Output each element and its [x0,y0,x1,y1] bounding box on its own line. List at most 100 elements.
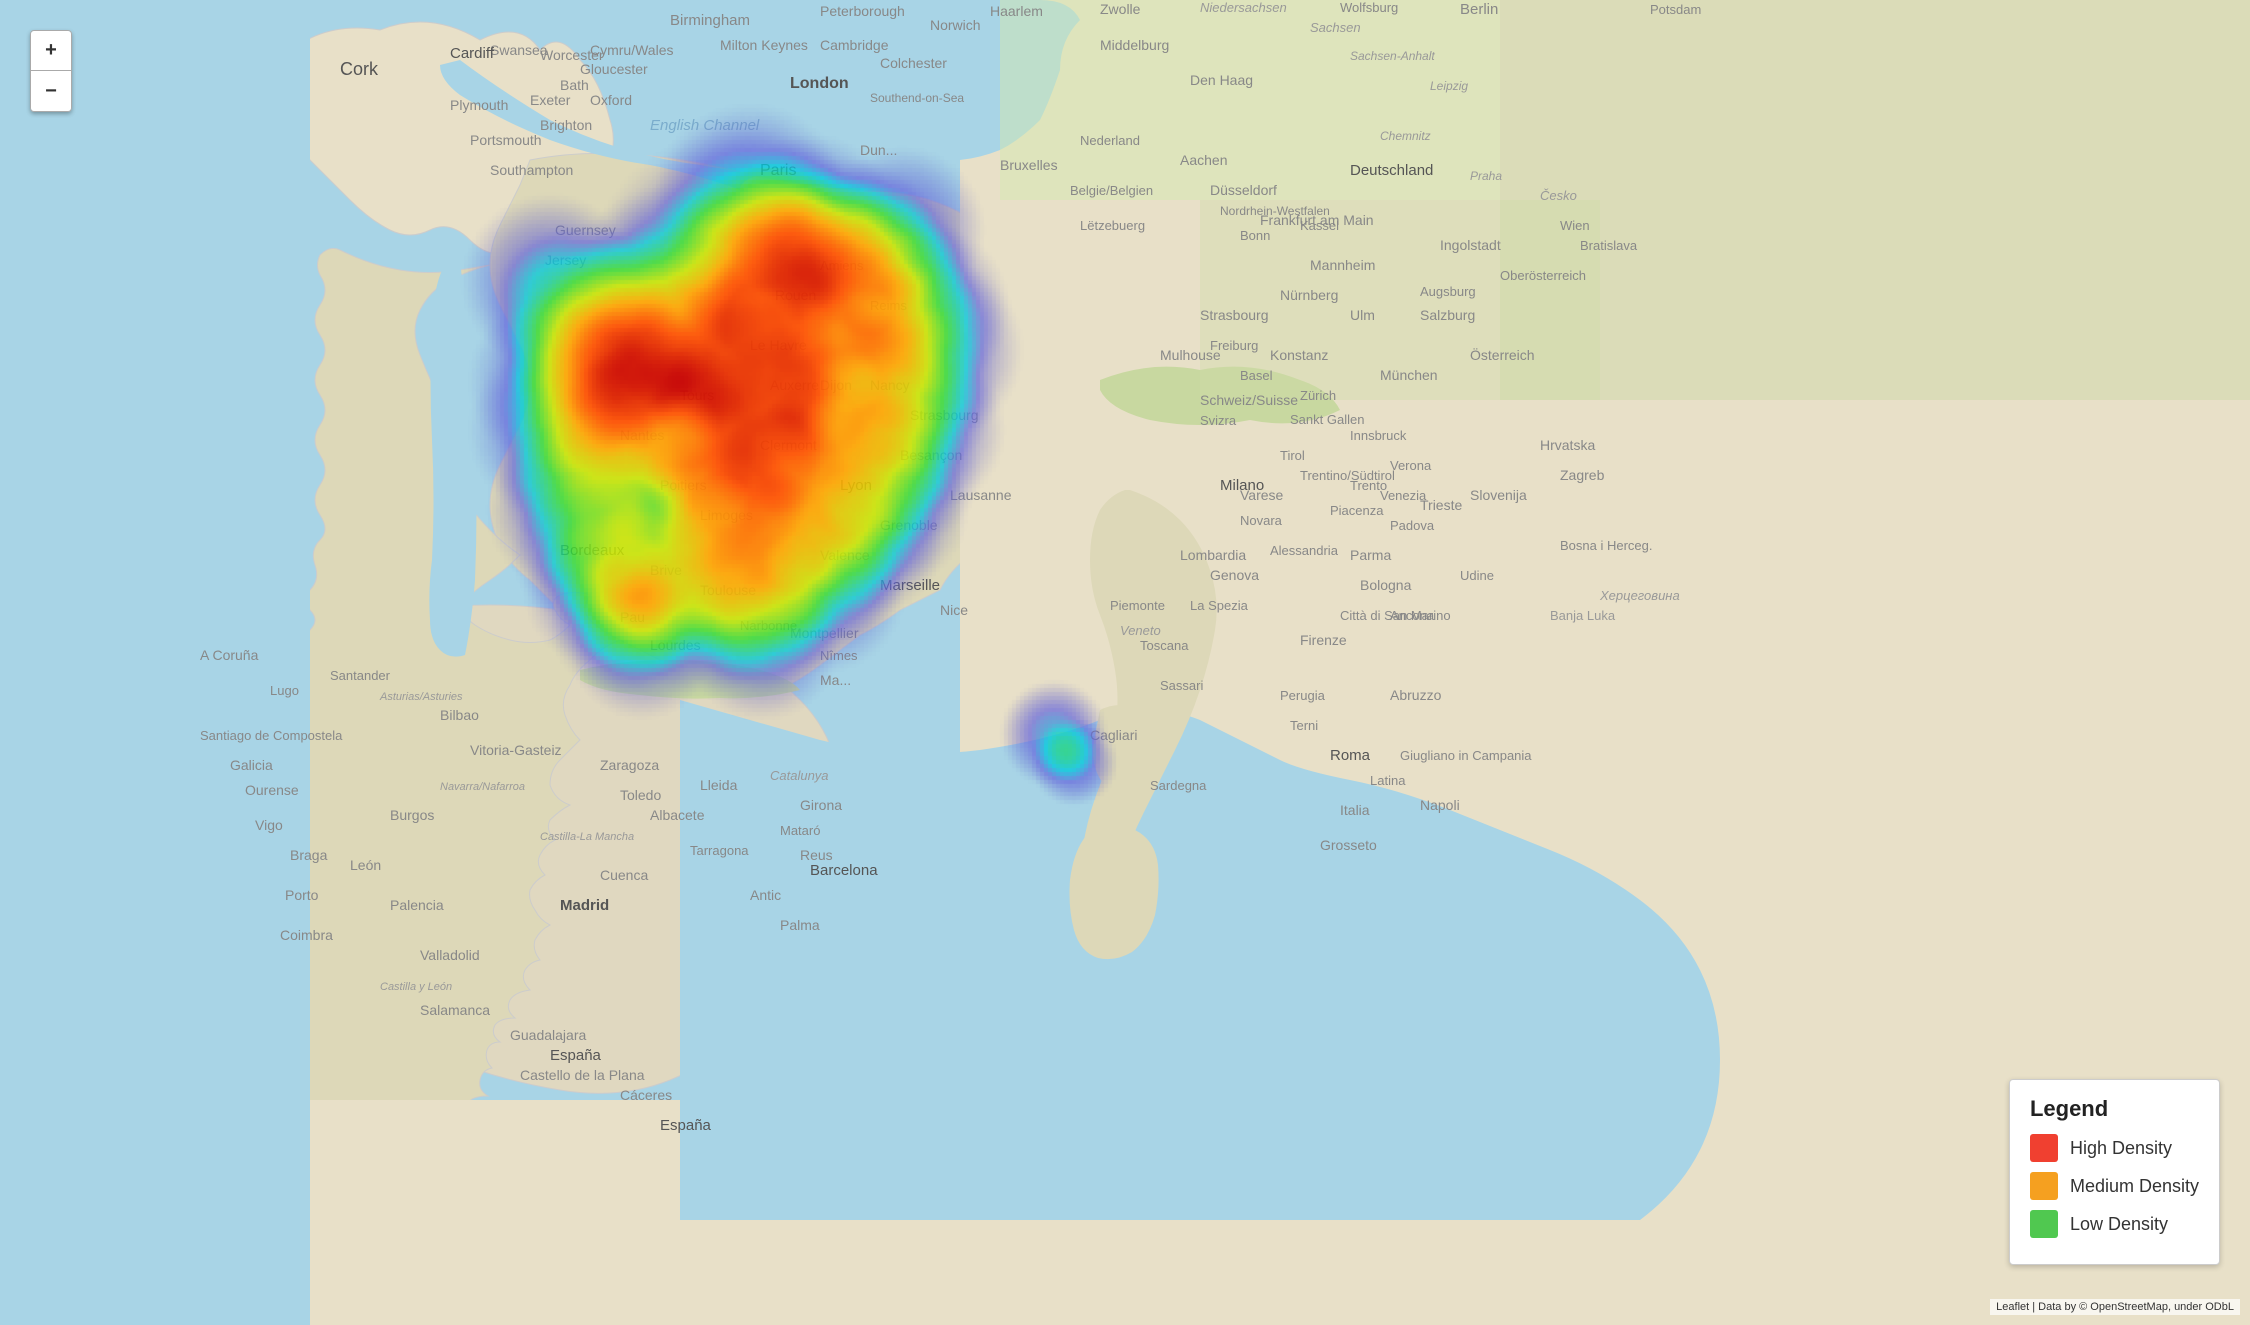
svg-text:Castilla y León: Castilla y León [380,981,452,993]
svg-text:Toledo: Toledo [620,787,661,803]
svg-text:Niedersachsen: Niedersachsen [1200,0,1287,15]
svg-text:Strasbourg: Strasbourg [910,407,978,423]
svg-text:Antic: Antic [750,887,781,903]
svg-text:Ourense: Ourense [245,782,299,798]
svg-text:Leipzig: Leipzig [1430,79,1468,93]
svg-text:Guernsey: Guernsey [555,222,616,238]
svg-text:Zürich: Zürich [1300,388,1336,403]
svg-text:Worcester: Worcester [540,47,604,63]
svg-text:Nederland: Nederland [1080,133,1140,148]
svg-text:Oberösterreich: Oberösterreich [1500,268,1586,283]
svg-text:Zwolle: Zwolle [1100,1,1141,17]
map-attribution: Leaflet | Data by © OpenStreetMap, under… [1990,1299,2240,1315]
svg-text:Berlin: Berlin [1460,1,1498,18]
svg-text:Bologna: Bologna [1360,577,1412,593]
legend-swatch-low [2030,1210,2058,1238]
svg-text:Sachsen: Sachsen [1310,20,1361,35]
svg-text:Palencia: Palencia [390,897,444,913]
svg-text:Reims: Reims [870,298,907,313]
map-container[interactable]: Cork Birmingham Peterborough Norwich Cym… [0,0,2250,1325]
svg-text:Oxford: Oxford [590,92,632,108]
svg-text:Ma...: Ma... [820,672,851,688]
legend-swatch-high [2030,1134,2058,1162]
legend-label-medium: Medium Density [2070,1176,2199,1197]
svg-text:Bratislava: Bratislava [1580,238,1638,253]
svg-text:Toscana: Toscana [1140,638,1189,653]
svg-text:Lausanne: Lausanne [950,487,1012,503]
svg-text:Lombardia: Lombardia [1180,547,1246,563]
legend-item-low: Low Density [2030,1210,2199,1238]
svg-text:Sardegna: Sardegna [1150,778,1207,793]
svg-text:Colchester: Colchester [880,55,947,71]
svg-text:Dun...: Dun... [860,142,897,158]
svg-text:Deutschland: Deutschland [1350,162,1433,179]
svg-text:Swansea: Swansea [490,42,548,58]
svg-text:Bordeaux: Bordeaux [560,542,625,559]
svg-text:Navarra/Nafarroa: Navarra/Nafarroa [440,781,525,793]
legend-swatch-medium [2030,1172,2058,1200]
zoom-out-button[interactable]: − [31,71,71,111]
svg-text:Tirol: Tirol [1280,448,1305,463]
svg-text:Middelburg: Middelburg [1100,37,1169,53]
svg-text:Salamanca: Salamanca [420,1002,490,1018]
svg-text:Exeter: Exeter [530,92,571,108]
svg-text:Cardiff: Cardiff [450,45,495,62]
svg-text:Schweiz/Suisse: Schweiz/Suisse [1200,392,1298,408]
svg-text:Innsbruck: Innsbruck [1350,428,1407,443]
svg-text:Bilbao: Bilbao [440,707,479,723]
svg-text:Toulouse: Toulouse [700,582,756,598]
svg-text:Amiens: Amiens [820,258,864,273]
svg-text:Haarlem: Haarlem [990,3,1043,19]
svg-text:Milano: Milano [1220,477,1264,494]
svg-text:España: España [550,1047,602,1064]
svg-text:Latina: Latina [1370,773,1406,788]
svg-text:Italia: Italia [1340,802,1370,818]
svg-text:Nürnberg: Nürnberg [1280,287,1338,303]
legend-label-low: Low Density [2070,1214,2168,1235]
svg-text:Clermont: Clermont [760,437,817,453]
svg-text:Gloucester: Gloucester [580,61,648,77]
svg-text:Abruzzo: Abruzzo [1390,687,1442,703]
svg-text:Narbonne: Narbonne [740,618,797,633]
svg-text:Nantes: Nantes [620,427,664,443]
svg-text:Cork: Cork [340,59,379,79]
svg-text:Zagreb: Zagreb [1560,467,1605,483]
svg-text:Nîmes: Nîmes [820,648,858,663]
svg-text:Parma: Parma [1350,547,1391,563]
svg-text:Mataró: Mataró [780,823,820,838]
svg-text:Lourdes: Lourdes [650,637,701,653]
svg-text:A Coruña: A Coruña [200,647,259,663]
svg-text:Asturias/Asturies: Asturias/Asturies [379,691,463,703]
svg-text:Southend-on-Sea: Southend-on-Sea [870,91,964,105]
svg-text:München: München [1380,367,1438,383]
svg-text:Peterborough: Peterborough [820,3,905,19]
svg-text:Barcelona: Barcelona [810,862,878,879]
svg-text:Sankt Gallen: Sankt Gallen [1290,412,1364,427]
svg-text:Novara: Novara [1240,513,1283,528]
svg-text:English Channel: English Channel [650,117,760,134]
svg-text:Cuenca: Cuenca [600,867,648,883]
svg-text:Plymouth: Plymouth [450,97,508,113]
svg-text:Terni: Terni [1290,718,1318,733]
svg-text:Bruxelles: Bruxelles [1000,157,1058,173]
svg-text:Tours: Tours [680,387,714,403]
svg-text:London: London [790,75,849,92]
svg-text:Slovenija: Slovenija [1470,487,1527,503]
svg-text:Potsdam: Potsdam [1650,2,1701,17]
svg-text:Birmingham: Birmingham [670,12,750,29]
svg-text:Lyon: Lyon [840,477,872,494]
zoom-in-button[interactable]: + [31,31,71,71]
svg-text:Düsseldorf: Düsseldorf [1210,182,1277,198]
svg-text:Ulm: Ulm [1350,307,1375,323]
svg-text:Braga: Braga [290,847,328,863]
svg-text:España: España [660,1117,712,1134]
svg-text:Besançon: Besançon [900,447,962,463]
svg-text:Mannheim: Mannheim [1310,257,1375,273]
svg-text:Wien: Wien [1560,218,1590,233]
svg-text:Verona: Verona [1390,458,1432,473]
svg-text:Salzburg: Salzburg [1420,307,1475,323]
svg-text:Reus: Reus [800,847,833,863]
svg-text:Udine: Udine [1460,568,1494,583]
svg-text:Österreich: Österreich [1470,346,1535,363]
svg-text:Chemnitz: Chemnitz [1380,129,1431,143]
